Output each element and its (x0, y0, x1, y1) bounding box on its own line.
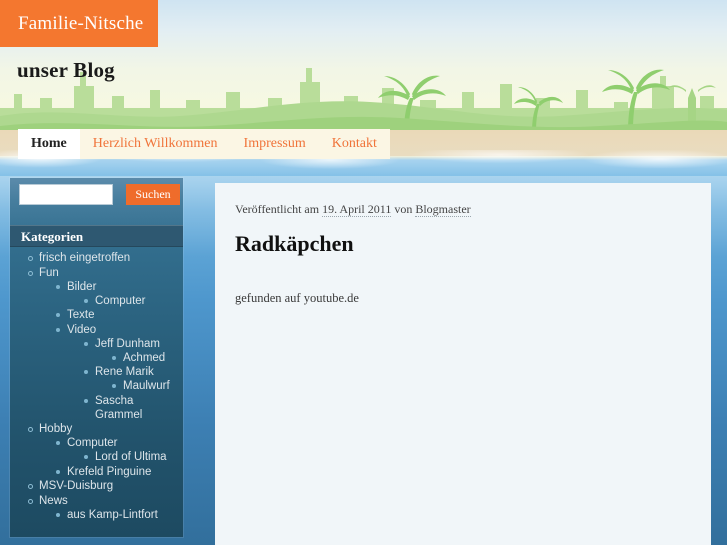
content-panel: Veröffentlicht am 19. April 2011 von Blo… (215, 183, 711, 545)
category-item-fun[interactable]: Fun Bilder Computer Texte Video Jeff Dun… (28, 266, 183, 422)
brand-name: Familie-Nitsche (18, 13, 144, 34)
category-link[interactable]: Fun (39, 267, 59, 279)
category-level-3: Jeff Dunham Achmed Rene Marik Maulwurf S… (67, 337, 183, 422)
category-item-video[interactable]: Video Jeff Dunham Achmed Rene Marik Maul… (56, 323, 183, 422)
category-level-1: frisch eingetroffen Fun Bilder Computer (10, 251, 183, 522)
category-item-news[interactable]: News aus Kamp-Lintfort (28, 494, 183, 522)
post-body: gefunden auf youtube.de (235, 291, 359, 305)
category-link[interactable]: Computer (95, 295, 146, 307)
category-link[interactable]: Texte (67, 309, 95, 321)
nav-link-willkommen[interactable]: Herzlich Willkommen (79, 129, 231, 159)
page-root: Familie-Nitsche unser Blog Home Herzlich… (0, 0, 727, 545)
nav-item-willkommen[interactable]: Herzlich Willkommen (79, 129, 231, 159)
category-item-jeff-dunham[interactable]: Jeff Dunham Achmed (84, 337, 183, 365)
category-item-rene-marik[interactable]: Rene Marik Maulwurf (84, 365, 183, 393)
categories-heading-label: Kategorien (21, 229, 84, 244)
category-item-hobby-computer[interactable]: Computer Lord of Ultima (56, 436, 183, 464)
category-link[interactable]: Sascha Grammel (95, 395, 142, 421)
post-meta-prefix: Veröffentlicht am (235, 202, 320, 216)
nav-list: Home Herzlich Willkommen Impressum Konta… (18, 129, 390, 160)
blog-tagline: unser Blog (17, 58, 115, 82)
search-button[interactable]: Suchen (126, 184, 180, 205)
post-meta-by: von (394, 202, 413, 216)
category-level-2: Computer Lord of Ultima Krefeld Pinguine (39, 436, 183, 479)
category-link[interactable]: frisch eingetroffen (39, 252, 130, 264)
category-level-4: Achmed (95, 351, 183, 365)
category-link[interactable]: Video (67, 324, 96, 336)
category-link[interactable]: Computer (67, 437, 118, 449)
category-link[interactable]: Hobby (39, 423, 72, 435)
category-link[interactable]: News (39, 495, 68, 507)
brand-box[interactable]: Familie-Nitsche (0, 0, 158, 47)
category-item-aus-kamp-lintfort[interactable]: aus Kamp-Lintfort (56, 508, 183, 522)
categories-tree: frisch eingetroffen Fun Bilder Computer (10, 251, 183, 522)
nav-link-impressum[interactable]: Impressum (230, 129, 319, 159)
nav-item-home[interactable]: Home (18, 129, 80, 159)
category-link[interactable]: Bilder (67, 281, 96, 293)
category-item-texte[interactable]: Texte (56, 308, 183, 322)
category-link[interactable]: MSV-Duisburg (39, 480, 113, 492)
category-level-4: Maulwurf (95, 379, 183, 393)
category-link[interactable]: Rene Marik (95, 366, 154, 378)
search-input[interactable] (19, 184, 113, 205)
nav-link-kontakt[interactable]: Kontakt (318, 129, 390, 159)
post-date-link[interactable]: 19. April 2011 (322, 202, 392, 217)
category-item-maulwurf[interactable]: Maulwurf (112, 379, 183, 393)
post-author-link[interactable]: Blogmaster (415, 202, 471, 217)
main-navigation: Home Herzlich Willkommen Impressum Konta… (0, 129, 727, 160)
category-link[interactable]: Lord of Ultima (95, 451, 167, 463)
category-item-bilder[interactable]: Bilder Computer (56, 280, 183, 308)
category-level-3: Computer (67, 294, 183, 308)
category-item-hobby[interactable]: Hobby Computer Lord of Ultima Krefeld Pi (28, 422, 183, 479)
search-widget: Suchen (19, 184, 180, 208)
sidebar: Suchen Kategorien frisch eingetroffen Fu… (10, 178, 183, 537)
nav-item-impressum[interactable]: Impressum (230, 129, 319, 159)
category-level-3: Lord of Ultima (67, 450, 183, 464)
category-item-krefeld-pinguine[interactable]: Krefeld Pinguine (56, 465, 183, 479)
category-link[interactable]: aus Kamp-Lintfort (67, 509, 158, 521)
category-item-sascha-grammel[interactable]: Sascha Grammel (84, 394, 173, 422)
category-item-frisch-eingetroffen[interactable]: frisch eingetroffen (28, 251, 183, 265)
category-item-achmed[interactable]: Achmed (112, 351, 183, 365)
category-level-2: aus Kamp-Lintfort (39, 508, 183, 522)
category-level-2: Bilder Computer Texte Video Jeff Dunham … (39, 280, 183, 422)
nav-item-kontakt[interactable]: Kontakt (318, 129, 390, 159)
nav-link-home[interactable]: Home (18, 129, 80, 159)
category-item-msv-duisburg[interactable]: MSV-Duisburg (28, 479, 183, 493)
category-link[interactable]: Maulwurf (123, 380, 170, 392)
category-item-lord-of-ultima[interactable]: Lord of Ultima (84, 450, 183, 464)
category-item-computer[interactable]: Computer (84, 294, 183, 308)
category-link[interactable]: Jeff Dunham (95, 338, 160, 350)
post-title: Radkäpchen (235, 231, 354, 256)
category-link[interactable]: Achmed (123, 352, 165, 364)
blog-post: Veröffentlicht am 19. April 2011 von Blo… (215, 183, 711, 306)
post-meta: Veröffentlicht am 19. April 2011 von Blo… (235, 202, 687, 217)
categories-heading: Kategorien (10, 225, 183, 247)
category-link[interactable]: Krefeld Pinguine (67, 466, 151, 478)
